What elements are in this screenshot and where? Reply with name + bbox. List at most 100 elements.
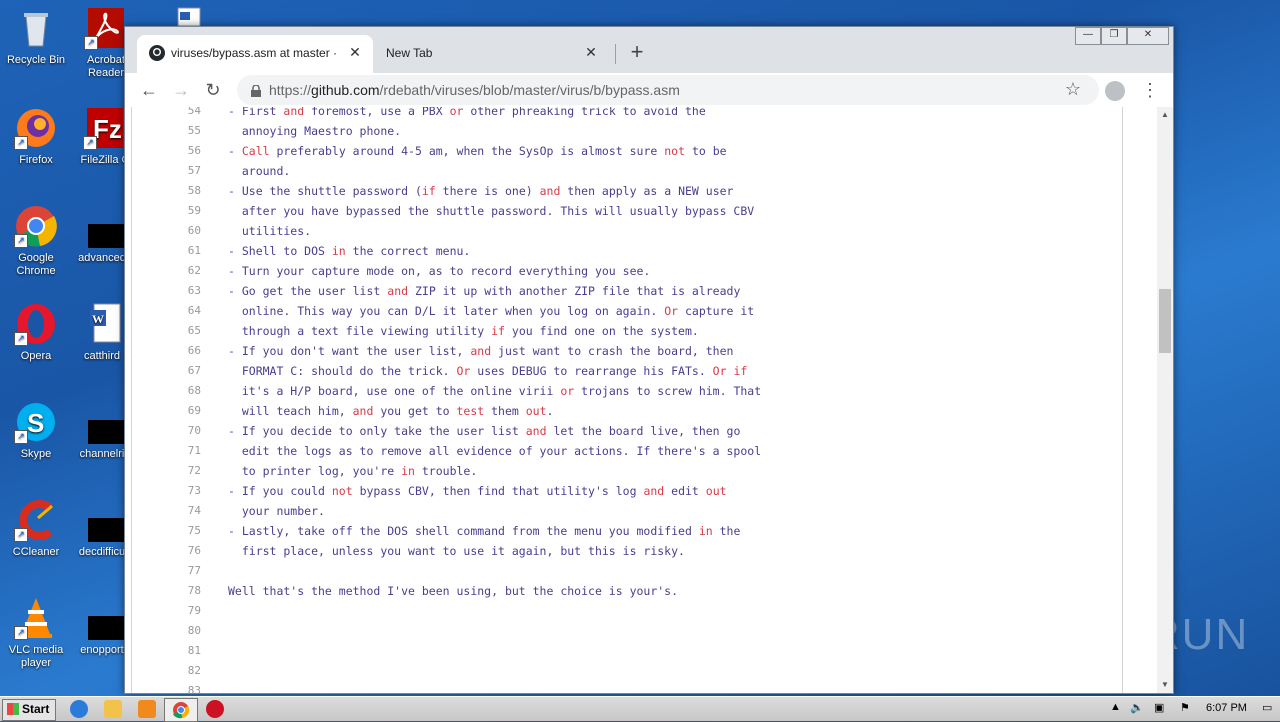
action-center-flag-icon[interactable]: ⚑	[1180, 701, 1190, 714]
line-number[interactable]: 57	[132, 161, 201, 181]
line-number[interactable]: 77	[132, 561, 201, 581]
code-text: - Shell to DOS in the correct menu.	[228, 244, 471, 258]
line-number[interactable]: 54	[132, 107, 201, 121]
taskbar-chrome-button[interactable]	[164, 698, 198, 722]
code-text: - If you could not bypass CBV, then find…	[228, 484, 727, 498]
line-number[interactable]: 56	[132, 141, 201, 161]
line-number[interactable]: 81	[132, 641, 201, 661]
desktop-icon-catthird[interactable]: W catthird	[76, 302, 128, 363]
code-line: 72 to printer log, you're in trouble.	[132, 461, 1122, 481]
line-number[interactable]: 63	[132, 281, 201, 301]
tab-new-tab[interactable]: New Tab ✕	[377, 35, 609, 73]
new-tab-button[interactable]: +	[625, 41, 649, 65]
desktop-icon-opera[interactable]: ↗ Opera	[0, 302, 72, 363]
close-tab-icon[interactable]: ✕	[583, 44, 599, 60]
line-number[interactable]: 64	[132, 301, 201, 321]
line-number[interactable]: 75	[132, 521, 201, 541]
windows-flag-icon	[7, 703, 19, 715]
code-text: - Turn your capture mode on, as to recor…	[228, 264, 651, 278]
line-number[interactable]: 72	[132, 461, 201, 481]
code-line: 58 - Use the shuttle password (if there i…	[132, 181, 1122, 201]
code-line: 79	[132, 601, 1122, 621]
line-number[interactable]: 66	[132, 341, 201, 361]
line-number[interactable]: 70	[132, 421, 201, 441]
address-bar[interactable]: https://github.com/rdebath/viruses/blob/…	[237, 75, 1099, 105]
line-number[interactable]: 61	[132, 241, 201, 261]
line-number[interactable]: 62	[132, 261, 201, 281]
code-line: 62 - Turn your capture mode on, as to rec…	[132, 261, 1122, 281]
vertical-scrollbar[interactable]: ▲ ▼	[1157, 107, 1173, 693]
tray-expand-icon[interactable]: ▲	[1110, 701, 1121, 713]
desktop-icon-vlc[interactable]: ↗ VLC media player	[0, 596, 72, 670]
desktop-icon-decdifficu[interactable]: decdifficu	[76, 518, 128, 559]
close-window-button[interactable]: ✕	[1127, 27, 1169, 45]
scroll-down-arrow-icon[interactable]: ▼	[1157, 677, 1173, 693]
line-number[interactable]: 68	[132, 381, 201, 401]
taskbar-clock[interactable]: 6:07 PM	[1206, 702, 1247, 714]
tab-strip: viruses/bypass.asm at master · rdeb ✕ Ne…	[125, 27, 1173, 73]
explorer-folder-icon[interactable]	[104, 700, 122, 718]
code-text: to printer log, you're in trouble.	[228, 464, 478, 478]
browser-window: viruses/bypass.asm at master · rdeb ✕ Ne…	[124, 26, 1174, 694]
code-text: edit the logs as to remove all evidence …	[228, 444, 762, 458]
line-number[interactable]: 55	[132, 121, 201, 141]
line-number[interactable]: 60	[132, 221, 201, 241]
line-number[interactable]: 76	[132, 541, 201, 561]
back-arrow-icon[interactable]: ←	[137, 78, 161, 102]
scroll-up-arrow-icon[interactable]: ▲	[1157, 107, 1173, 123]
word-doc-icon	[164, 6, 208, 27]
bookmark-star-icon[interactable]: ☆	[1065, 79, 1081, 100]
code-text: online. This way you can D/L it later wh…	[228, 304, 755, 318]
opera-icon: ↗	[14, 302, 58, 346]
line-number[interactable]: 69	[132, 401, 201, 421]
scrollbar-thumb[interactable]	[1159, 289, 1171, 353]
code-text: your number.	[228, 504, 325, 518]
tab-github-bypass[interactable]: viruses/bypass.asm at master · rdeb ✕	[137, 35, 373, 73]
line-number[interactable]: 58	[132, 181, 201, 201]
code-line: 70 - If you decide to only take the user …	[132, 421, 1122, 441]
line-number[interactable]: 71	[132, 441, 201, 461]
forward-arrow-icon[interactable]: →	[169, 78, 193, 102]
media-player-icon[interactable]	[138, 700, 156, 718]
line-number[interactable]: 74	[132, 501, 201, 521]
desktop-icon-advanced[interactable]: advanced	[76, 224, 128, 265]
recycle-bin-icon	[14, 6, 58, 50]
desktop-icon-chrome[interactable]: ↗ Google Chrome	[0, 204, 72, 278]
start-button[interactable]: Start	[2, 699, 56, 721]
line-number[interactable]: 67	[132, 361, 201, 381]
network-icon[interactable]: ▣	[1154, 701, 1164, 714]
desktop-icon-channelri[interactable]: channelri	[76, 420, 128, 461]
ie-icon[interactable]	[70, 700, 88, 718]
code-line: 66 - If you don't want the user list, and…	[132, 341, 1122, 361]
desktop-icon-skype[interactable]: S ↗ Skype	[0, 400, 72, 461]
code-text: - If you decide to only take the user li…	[228, 424, 741, 438]
profile-avatar-icon[interactable]	[1105, 81, 1125, 101]
volume-icon[interactable]: 🔈	[1130, 701, 1144, 714]
desktop-icon-firefox[interactable]: ↗ Firefox	[0, 106, 72, 167]
close-tab-icon[interactable]: ✕	[347, 44, 363, 60]
line-number[interactable]: 82	[132, 661, 201, 681]
desktop-icon-ccleaner[interactable]: ↗ CCleaner	[0, 498, 72, 559]
line-number[interactable]: 79	[132, 601, 201, 621]
code-line: 82	[132, 661, 1122, 681]
line-number[interactable]: 80	[132, 621, 201, 641]
line-number[interactable]: 73	[132, 481, 201, 501]
word-doc-icon: W	[80, 302, 124, 346]
desktop-icon-recycle-bin[interactable]: Recycle Bin	[0, 6, 72, 67]
svg-text:Fz: Fz	[93, 114, 122, 144]
line-number[interactable]: 78	[132, 581, 201, 601]
code-text: after you have bypassed the shuttle pass…	[228, 204, 755, 218]
maximize-button[interactable]: ❐	[1101, 27, 1127, 45]
chrome-icon	[173, 702, 190, 719]
show-desktop-icon[interactable]: ▭	[1262, 701, 1272, 714]
menu-dots-icon[interactable]: ⋮	[1141, 79, 1159, 101]
line-number[interactable]: 83	[132, 681, 201, 693]
opera-taskbar-icon[interactable]	[206, 700, 224, 718]
line-number[interactable]: 65	[132, 321, 201, 341]
tab-separator	[615, 44, 616, 64]
line-number[interactable]: 59	[132, 201, 201, 221]
minimize-button[interactable]: —	[1075, 27, 1101, 45]
reload-icon[interactable]: ↻	[201, 78, 225, 102]
code-text: - Call preferably around 4-5 am, when th…	[228, 144, 727, 158]
desktop-icon-enopport[interactable]: enopport	[76, 616, 128, 657]
